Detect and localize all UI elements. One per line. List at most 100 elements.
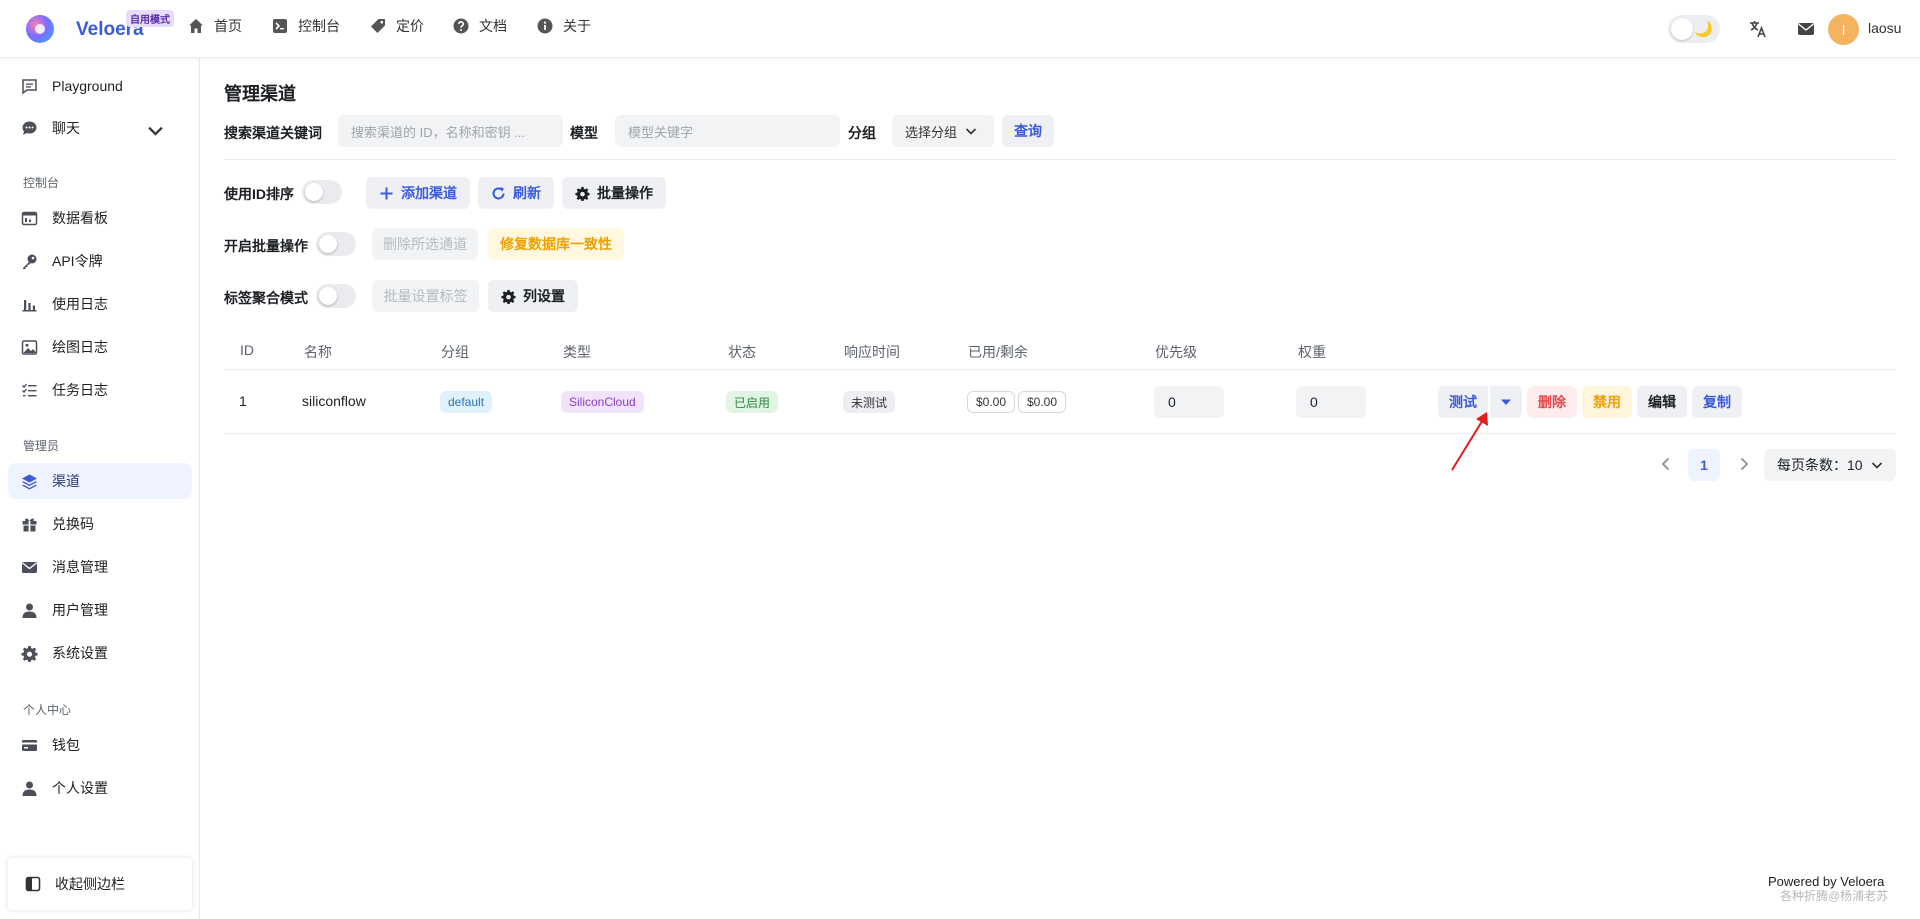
column-header-type[interactable]: 类型 bbox=[563, 342, 591, 362]
sidebar-section-personal: 个人中心 bbox=[23, 703, 72, 717]
column-header-weight[interactable]: 权重 bbox=[1298, 342, 1326, 362]
model-label: 模型 bbox=[570, 125, 598, 141]
annotation-arrow-icon bbox=[1451, 412, 1488, 471]
nav-pricing-label: 定价 bbox=[396, 18, 424, 34]
add-channel-label: 添加渠道 bbox=[401, 185, 457, 201]
column-header-response-time[interactable]: 响应时间 bbox=[844, 342, 900, 362]
column-header-status[interactable]: 状态 bbox=[728, 342, 756, 362]
batch-tag-button[interactable]: 批量设置标签 bbox=[372, 280, 479, 312]
veloera-logo-icon[interactable] bbox=[26, 15, 54, 43]
nav-docs[interactable]: 文档 bbox=[453, 15, 507, 37]
delete-selected-button[interactable]: 删除所选通道 bbox=[372, 228, 478, 260]
remaining-quota-tag[interactable]: $0.00 bbox=[1018, 391, 1067, 413]
tag-mode-switch[interactable] bbox=[316, 284, 356, 308]
sidebar-item-api-tokens[interactable]: API令牌 bbox=[8, 243, 192, 279]
nav-console[interactable]: 控制台 bbox=[272, 15, 340, 37]
query-button[interactable]: 查询 bbox=[1002, 115, 1054, 147]
nav-docs-label: 文档 bbox=[479, 18, 507, 34]
keyword-search-input[interactable]: 搜索渠道的 ID，名称和密钥 ... bbox=[338, 115, 563, 147]
sidebar-item-drawing-logs[interactable]: 绘图日志 bbox=[8, 329, 192, 365]
sidebar-item-label: 消息管理 bbox=[52, 559, 108, 575]
page-size-value: 每页条数：10 bbox=[1777, 457, 1863, 473]
page-size-select[interactable]: 每页条数：10 bbox=[1764, 449, 1896, 481]
page-number-current[interactable]: 1 bbox=[1688, 449, 1720, 481]
sidebar-item-label: 兑换码 bbox=[52, 516, 94, 532]
chevron-down-icon[interactable] bbox=[147, 122, 164, 139]
batch-mode-switch[interactable] bbox=[316, 232, 356, 256]
sidebar-item-label: 钱包 bbox=[52, 737, 80, 753]
chat-bubble-icon bbox=[22, 121, 37, 135]
page-title: 管理渠道 bbox=[224, 84, 296, 104]
type-tag: SiliconCloud bbox=[561, 391, 644, 413]
batch-operations-button[interactable]: 批量操作 bbox=[562, 177, 666, 209]
sidebar-item-label: 系统设置 bbox=[52, 645, 108, 661]
sidebar-section-admin: 管理员 bbox=[23, 439, 60, 453]
column-header-id[interactable]: ID bbox=[240, 342, 254, 358]
column-header-priority[interactable]: 优先级 bbox=[1155, 342, 1197, 362]
theme-toggle[interactable]: 🌙 bbox=[1668, 15, 1720, 43]
column-header-name[interactable]: 名称 bbox=[304, 342, 332, 362]
copy-button[interactable]: 复制 bbox=[1692, 386, 1742, 418]
sidebar-item-label: 聊天 bbox=[52, 120, 80, 136]
response-time-tag[interactable]: 未测试 bbox=[843, 391, 896, 413]
sort-by-id-switch[interactable] bbox=[302, 180, 342, 204]
gear-icon bbox=[575, 186, 590, 201]
sidebar-item-redeem-codes[interactable]: 兑换码 bbox=[8, 506, 192, 542]
edit-button[interactable]: 编辑 bbox=[1637, 386, 1687, 418]
column-settings-button[interactable]: 列设置 bbox=[488, 280, 578, 312]
wallet-card-icon bbox=[22, 739, 37, 751]
group-select[interactable]: 选择分组 bbox=[892, 115, 994, 147]
avatar[interactable]: l bbox=[1828, 14, 1859, 45]
sidebar-item-playground[interactable]: Playground bbox=[8, 68, 192, 104]
username[interactable]: laosu bbox=[1868, 20, 1901, 36]
model-search-input[interactable]: 模型关键字 bbox=[615, 115, 840, 147]
sidebar-item-wallet[interactable]: 钱包 bbox=[8, 727, 192, 763]
collapse-sidebar-button[interactable]: 收起侧边栏 bbox=[8, 858, 192, 910]
sidebar-item-profile-settings[interactable]: 个人设置 bbox=[8, 770, 192, 806]
weight-input[interactable]: 0 bbox=[1296, 386, 1366, 418]
sidebar-item-label: 用户管理 bbox=[52, 602, 108, 618]
column-header-group[interactable]: 分组 bbox=[441, 342, 469, 362]
sidebar-item-label: Playground bbox=[52, 78, 123, 94]
sidebar-item-system-settings[interactable]: 系统设置 bbox=[8, 635, 192, 671]
checklist-icon bbox=[22, 383, 37, 396]
sidebar-item-chat[interactable]: 聊天 bbox=[8, 110, 192, 146]
caret-down-icon bbox=[1501, 399, 1511, 405]
sidebar-item-channels[interactable]: 渠道 bbox=[8, 463, 192, 499]
next-page-icon[interactable] bbox=[1736, 456, 1752, 472]
prev-page-icon[interactable] bbox=[1658, 456, 1674, 472]
column-header-used-remaining[interactable]: 已用/剩余 bbox=[968, 342, 1028, 362]
nav-pricing[interactable]: 定价 bbox=[370, 15, 424, 37]
keyword-label: 搜索渠道关键词 bbox=[224, 125, 322, 141]
nav-about[interactable]: 关于 bbox=[537, 15, 591, 37]
disable-button[interactable]: 禁用 bbox=[1582, 386, 1632, 418]
sort-by-id-label: 使用ID排序 bbox=[224, 186, 294, 202]
sidebar-item-usage-logs[interactable]: 使用日志 bbox=[8, 286, 192, 322]
user-icon bbox=[22, 603, 37, 618]
refresh-button[interactable]: 刷新 bbox=[478, 177, 554, 209]
theme-toggle-knob bbox=[1671, 18, 1693, 40]
gear-icon bbox=[501, 289, 516, 304]
sidebar-item-messages[interactable]: 消息管理 bbox=[8, 549, 192, 585]
delete-button[interactable]: 删除 bbox=[1527, 386, 1577, 418]
bar-chart-icon bbox=[22, 299, 37, 311]
sidebar-item-label: 个人设置 bbox=[52, 780, 108, 796]
key-icon bbox=[23, 254, 37, 269]
table-header-divider bbox=[224, 369, 1896, 370]
plus-icon bbox=[380, 187, 393, 199]
sidebar-item-dashboard[interactable]: 数据看板 bbox=[8, 200, 192, 236]
nav-home[interactable]: 首页 bbox=[188, 15, 242, 37]
priority-input[interactable]: 0 bbox=[1154, 386, 1224, 418]
chat-square-icon bbox=[22, 78, 37, 94]
translate-icon[interactable] bbox=[1748, 19, 1768, 39]
sidebar-item-label: 绘图日志 bbox=[52, 339, 108, 355]
add-channel-button[interactable]: 添加渠道 bbox=[366, 177, 470, 209]
sidebar-item-users[interactable]: 用户管理 bbox=[8, 592, 192, 628]
fix-db-consistency-button[interactable]: 修复数据库一致性 bbox=[488, 228, 624, 260]
group-label: 分组 bbox=[848, 125, 876, 141]
nav-about-label: 关于 bbox=[563, 18, 591, 34]
row-name: siliconflow bbox=[302, 393, 366, 409]
mail-icon[interactable] bbox=[1797, 20, 1815, 38]
sidebar-item-task-logs[interactable]: 任务日志 bbox=[8, 372, 192, 408]
moon-icon: 🌙 bbox=[1694, 21, 1713, 38]
